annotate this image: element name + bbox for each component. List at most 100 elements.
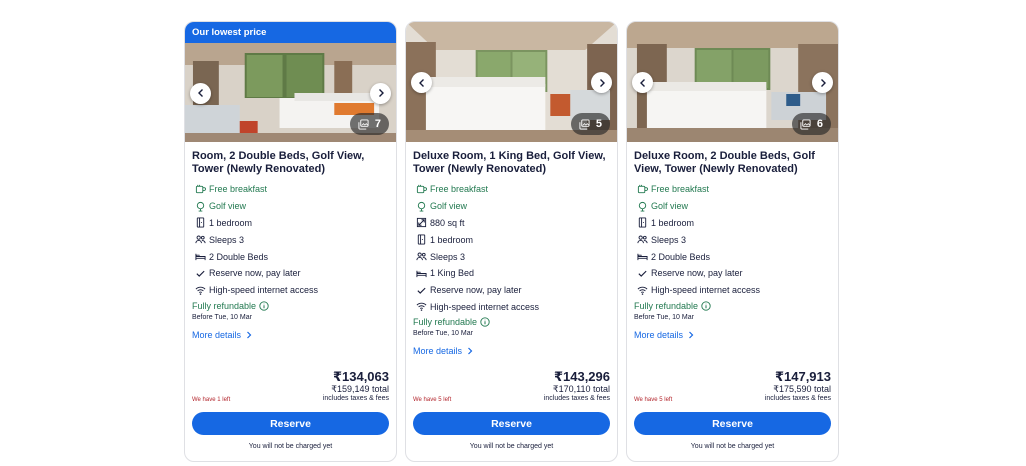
feature-item: Sleeps 3	[634, 231, 831, 248]
total-price: ₹170,110 total	[552, 384, 610, 394]
chevron-left-icon	[639, 78, 645, 87]
nightly-price: ₹143,296	[553, 369, 610, 384]
view-icon	[195, 201, 206, 212]
photo-count: 5	[595, 118, 602, 130]
info-icon[interactable]	[480, 317, 490, 328]
previous-photo-button[interactable]	[190, 82, 211, 104]
feature-item: High-speed internet access	[192, 282, 389, 299]
bedroom-icon	[195, 217, 206, 228]
bedroom-icon	[637, 217, 648, 228]
next-photo-button[interactable]	[812, 72, 833, 93]
reserve-button[interactable]: Reserve	[634, 412, 831, 435]
photo-gallery-button[interactable]: 6	[791, 113, 831, 135]
feature-item: 1 King Bed	[413, 265, 610, 282]
availability-note: We have 5 left	[413, 397, 452, 403]
view-icon	[416, 201, 427, 212]
bed-icon	[416, 268, 427, 279]
feature-item: Free breakfast	[192, 181, 389, 198]
feature-list: Free breakfast Golf view 880 sq ft 1 bedroo…	[413, 181, 610, 315]
refund-label: Fully refundable	[192, 300, 257, 311]
feature-label: 1 bedroom	[209, 217, 253, 228]
wifi-icon	[195, 285, 206, 296]
refund-label: Fully refundable	[413, 317, 478, 328]
feature-item: 1 bedroom	[413, 231, 610, 248]
feature-item: Golf view	[192, 198, 389, 215]
feature-item: Sleeps 3	[413, 248, 610, 265]
room-title: Deluxe Room, 1 King Bed, Golf View, Towe…	[413, 150, 606, 175]
not-charged-note: You will not be charged yet	[690, 443, 775, 450]
feature-label: 880 sq ft	[430, 217, 465, 228]
reserve-button[interactable]: Reserve	[413, 412, 610, 435]
chevron-right-icon	[599, 78, 605, 87]
availability-note: We have 5 left	[634, 397, 673, 403]
lowest-price-badge: Our lowest price	[185, 22, 396, 43]
photo-count: 6	[816, 118, 823, 130]
bed-icon	[637, 251, 648, 262]
info-icon[interactable]	[701, 300, 711, 311]
previous-photo-button[interactable]	[632, 72, 653, 93]
people-icon	[637, 234, 648, 245]
room-card: Our lowest price 7 Room, 2 Double Beds, …	[184, 21, 397, 462]
room-photo-carousel[interactable]: 6	[627, 22, 838, 142]
next-photo-button[interactable]	[370, 82, 391, 104]
more-details-label: More details	[192, 329, 242, 340]
more-details-link[interactable]: More details	[413, 346, 610, 356]
reserve-button[interactable]: Reserve	[192, 412, 389, 435]
breakfast-icon	[416, 184, 427, 195]
check-icon	[416, 285, 427, 296]
more-details-label: More details	[634, 329, 684, 340]
feature-label: 2 Double Beds	[209, 251, 269, 262]
chevron-right-icon	[247, 331, 252, 339]
people-icon	[416, 251, 427, 262]
room-card: 6 Deluxe Room, 2 Double Beds, Golf View,…	[626, 21, 839, 462]
feature-label: High-speed internet access	[430, 301, 540, 312]
gallery-icon	[358, 118, 369, 130]
taxes-note: includes taxes & fees	[322, 395, 389, 402]
feature-item: 1 bedroom	[192, 215, 389, 232]
price-section: ₹147,913 ₹175,590 total includes taxes &…	[634, 369, 831, 461]
previous-photo-button[interactable]	[411, 72, 432, 93]
room-card: 5 Deluxe Room, 1 King Bed, Golf View, To…	[405, 21, 618, 462]
next-photo-button[interactable]	[591, 72, 612, 93]
feature-label: 1 King Bed	[430, 268, 475, 279]
feature-item: 2 Double Beds	[192, 248, 389, 265]
taxes-note: includes taxes & fees	[764, 395, 831, 402]
area-icon	[416, 217, 427, 228]
feature-label: Golf view	[651, 201, 689, 212]
price-section: ₹134,063 ₹159,149 total includes taxes &…	[192, 369, 389, 461]
refund-status: Fully refundable	[413, 317, 610, 327]
info-icon[interactable]	[259, 300, 269, 311]
room-photo-carousel[interactable]: 5	[406, 22, 617, 142]
more-details-label: More details	[413, 346, 463, 357]
chevron-right-icon	[468, 347, 473, 355]
not-charged-note: You will not be charged yet	[469, 443, 554, 450]
bed-icon	[195, 251, 206, 262]
not-charged-note: You will not be charged yet	[248, 443, 333, 450]
feature-label: Free breakfast	[209, 184, 268, 195]
feature-item: 1 bedroom	[634, 215, 831, 232]
bedroom-icon	[416, 234, 427, 245]
availability-note: We have 1 left	[192, 397, 231, 403]
chevron-left-icon	[197, 89, 203, 97]
wifi-icon	[416, 301, 427, 312]
more-details-link[interactable]: More details	[192, 330, 389, 340]
refund-label: Fully refundable	[634, 300, 699, 311]
refund-status: Fully refundable	[634, 301, 831, 311]
feature-list: Free breakfast Golf view 1 bedroom Sleeps 3…	[634, 181, 831, 299]
breakfast-icon	[195, 184, 206, 195]
check-icon	[195, 268, 206, 279]
view-icon	[637, 201, 648, 212]
feature-item: 2 Double Beds	[634, 248, 831, 265]
photo-gallery-button[interactable]: 7	[349, 113, 389, 135]
breakfast-icon	[637, 184, 648, 195]
photo-gallery-button[interactable]: 5	[570, 113, 610, 135]
feature-label: Reserve now, pay later	[209, 268, 301, 279]
wifi-icon	[637, 285, 648, 296]
more-details-link[interactable]: More details	[634, 330, 831, 340]
nightly-price: ₹147,913	[774, 369, 831, 384]
room-photo-carousel[interactable]: 7	[185, 43, 396, 142]
total-price: ₹159,149 total	[331, 384, 389, 394]
feature-item: Reserve now, pay later	[192, 265, 389, 282]
refund-deadline: Before Tue, 10 Mar	[413, 330, 473, 338]
total-price: ₹175,590 total	[773, 384, 831, 394]
